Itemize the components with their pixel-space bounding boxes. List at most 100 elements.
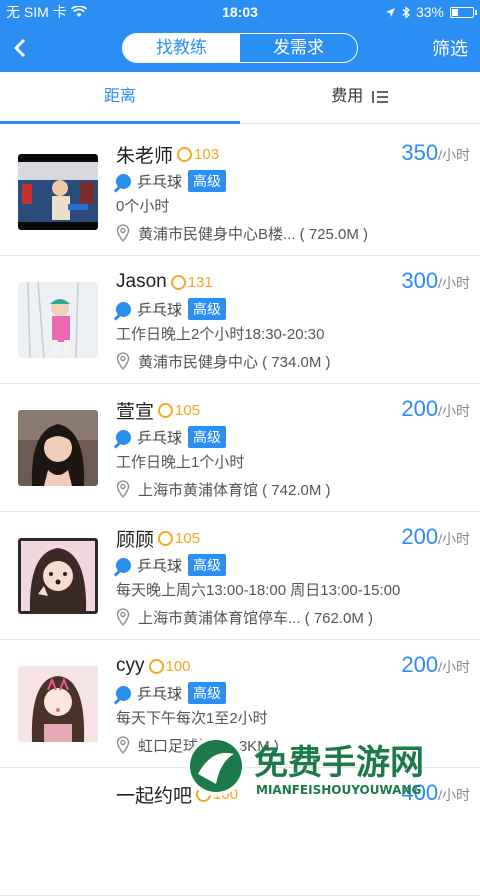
level-badge: 高级: [188, 682, 227, 704]
level-badge: 高级: [188, 426, 227, 448]
coach-name: 顾顾: [116, 529, 155, 551]
coach-location: 黄浦市民健身中心B楼... ( 725.0M ): [138, 225, 369, 243]
points-value: 103: [194, 145, 220, 163]
coin-icon: [158, 402, 174, 418]
coach-location: 上海市黄浦体育馆 ( 742.0M ): [138, 481, 331, 499]
coach-price: 350/小时: [401, 140, 470, 166]
nav-bar: 找教练 发需求 筛选: [0, 24, 480, 72]
price-unit: /小时: [438, 147, 470, 163]
ping-pong-icon: [116, 301, 131, 317]
level-badge: 高级: [188, 170, 227, 192]
tab-indicator: [0, 121, 240, 124]
sport-label: 乒乓球: [137, 685, 183, 703]
location-pin-icon: [116, 736, 130, 754]
price-unit: /小时: [438, 787, 470, 803]
coach-list: 朱老师 103 350/小时 乒乓球 高级 0个小时 黄浦市民健身中心B楼... (…: [0, 128, 480, 896]
coach-time: 工作日晚上2个小时18:30-20:30: [116, 326, 325, 343]
coach-time: 工作日晚上1个小时: [116, 454, 245, 471]
tab-distance-label: 距离: [103, 88, 136, 105]
coach-info: 一起约吧 100 400/小时: [116, 780, 470, 808]
segment-control: 找教练 发需求: [122, 33, 358, 63]
coach-location: 虹口足球场 ( 4.3KM ): [138, 737, 279, 755]
tab-fee-label: 费用: [331, 88, 364, 105]
price-value: 400: [401, 780, 439, 805]
sort-tabs: 距离 费用: [0, 72, 480, 124]
level-badge: 高级: [188, 298, 227, 320]
filter-button[interactable]: 筛选: [432, 35, 468, 61]
coach-points: 103: [177, 146, 219, 163]
coach-name: Jason: [116, 271, 167, 292]
ping-pong-icon: [116, 557, 131, 573]
ping-pong-icon: [116, 173, 131, 189]
coach-photo: [18, 666, 98, 742]
status-time: 18:03: [222, 4, 258, 20]
coach-time: 每天晚上周六13:00-18:00 周日13:00-15:00: [116, 582, 401, 599]
tab-distance[interactable]: 距离: [0, 72, 240, 123]
coach-location: 黄浦市民健身中心 ( 734.0M ): [138, 353, 331, 371]
coach-photo: [18, 154, 98, 230]
coach-photo: [18, 410, 98, 486]
coach-points: 131: [170, 273, 213, 291]
back-button[interactable]: [0, 24, 40, 72]
coach-name: 一起约吧: [116, 785, 193, 807]
coach-name: cyy: [116, 655, 145, 676]
coach-price: 400/小时: [401, 780, 470, 806]
battery-fill: [452, 8, 459, 16]
coach-photo: [18, 538, 98, 614]
chevron-left-icon: [13, 38, 26, 58]
coach-price: 200/小时: [401, 652, 470, 678]
points-value: 131: [187, 273, 213, 291]
coach-points: 105: [158, 402, 200, 419]
ping-pong-icon: [116, 685, 131, 701]
location-pin-icon: [116, 480, 130, 498]
coach-card[interactable]: 一起约吧 100 400/小时: [0, 768, 480, 896]
coach-location: 上海市黄浦体育馆停车... ( 762.0M ): [138, 609, 374, 627]
coach-price: 300/小时: [401, 268, 470, 294]
sport-label: 乒乓球: [137, 429, 183, 447]
price-unit: /小时: [438, 403, 470, 419]
coin-icon: [170, 274, 186, 290]
location-pin-icon: [116, 224, 130, 242]
sport-label: 乒乓球: [137, 301, 183, 319]
price-unit: /小时: [438, 659, 470, 675]
coach-time: 0个小时: [116, 198, 170, 215]
ping-pong-icon: [116, 429, 131, 445]
coach-card[interactable]: 朱老师 103 350/小时 乒乓球 高级 0个小时 黄浦市民健身中心B楼... (…: [0, 128, 480, 256]
segment-find-coach[interactable]: 找教练: [123, 34, 240, 62]
coach-card[interactable]: Jason 131 300/小时 乒乓球 高级 工作日晚上2个小时18:30-20:…: [0, 256, 480, 384]
price-unit: /小时: [438, 275, 470, 291]
points-value: 105: [175, 529, 201, 547]
coin-icon: [196, 786, 212, 802]
points-value: 100: [165, 657, 191, 675]
coach-card[interactable]: 顾顾 105 200/小时 乒乓球 高级 每天晚上周六13:00-18:00 周日1…: [0, 512, 480, 640]
price-value: 200: [401, 652, 439, 677]
coach-card[interactable]: cyy 100 200/小时 乒乓球 高级 每天下午每次1至2小时 虹口足球场 ( …: [0, 640, 480, 768]
price-unit: /小时: [438, 531, 470, 547]
sort-icon: [371, 90, 388, 103]
coach-info: 顾顾 105 200/小时 乒乓球 高级 每天晚上周六13:00-18:00 周日1…: [116, 524, 470, 630]
coach-photo: [18, 282, 98, 358]
status-bar: 无 SIM 卡 18:03 33%: [0, 0, 480, 24]
coach-card[interactable]: 萱宣 105 200/小时 乒乓球 高级 工作日晚上1个小时 上海市黄浦体育馆 ( …: [0, 384, 480, 512]
price-value: 200: [401, 524, 439, 549]
price-value: 300: [401, 268, 439, 293]
coin-icon: [158, 530, 174, 546]
price-value: 350: [401, 140, 439, 165]
coach-info: 萱宣 105 200/小时 乒乓球 高级 工作日晚上1个小时 上海市黄浦体育馆 ( …: [116, 396, 470, 502]
coach-price: 200/小时: [401, 524, 470, 550]
coach-name: 萱宣: [116, 401, 155, 423]
coach-points: 100: [148, 657, 191, 675]
coach-name: 朱老师: [116, 145, 174, 167]
coach-time: 每天下午每次1至2小时: [116, 710, 268, 727]
sport-label: 乒乓球: [137, 173, 183, 191]
price-value: 200: [401, 396, 439, 421]
coach-info: 朱老师 103 350/小时 乒乓球 高级 0个小时 黄浦市民健身中心B楼... (…: [116, 140, 470, 246]
segment-post-request[interactable]: 发需求: [240, 34, 357, 62]
sport-label: 乒乓球: [137, 557, 183, 575]
battery-icon: [450, 6, 477, 18]
tab-fee[interactable]: 费用: [240, 72, 480, 123]
level-badge: 高级: [188, 554, 227, 576]
location-pin-icon: [116, 608, 130, 626]
coin-icon: [148, 658, 164, 674]
coach-points: 105: [158, 530, 200, 547]
